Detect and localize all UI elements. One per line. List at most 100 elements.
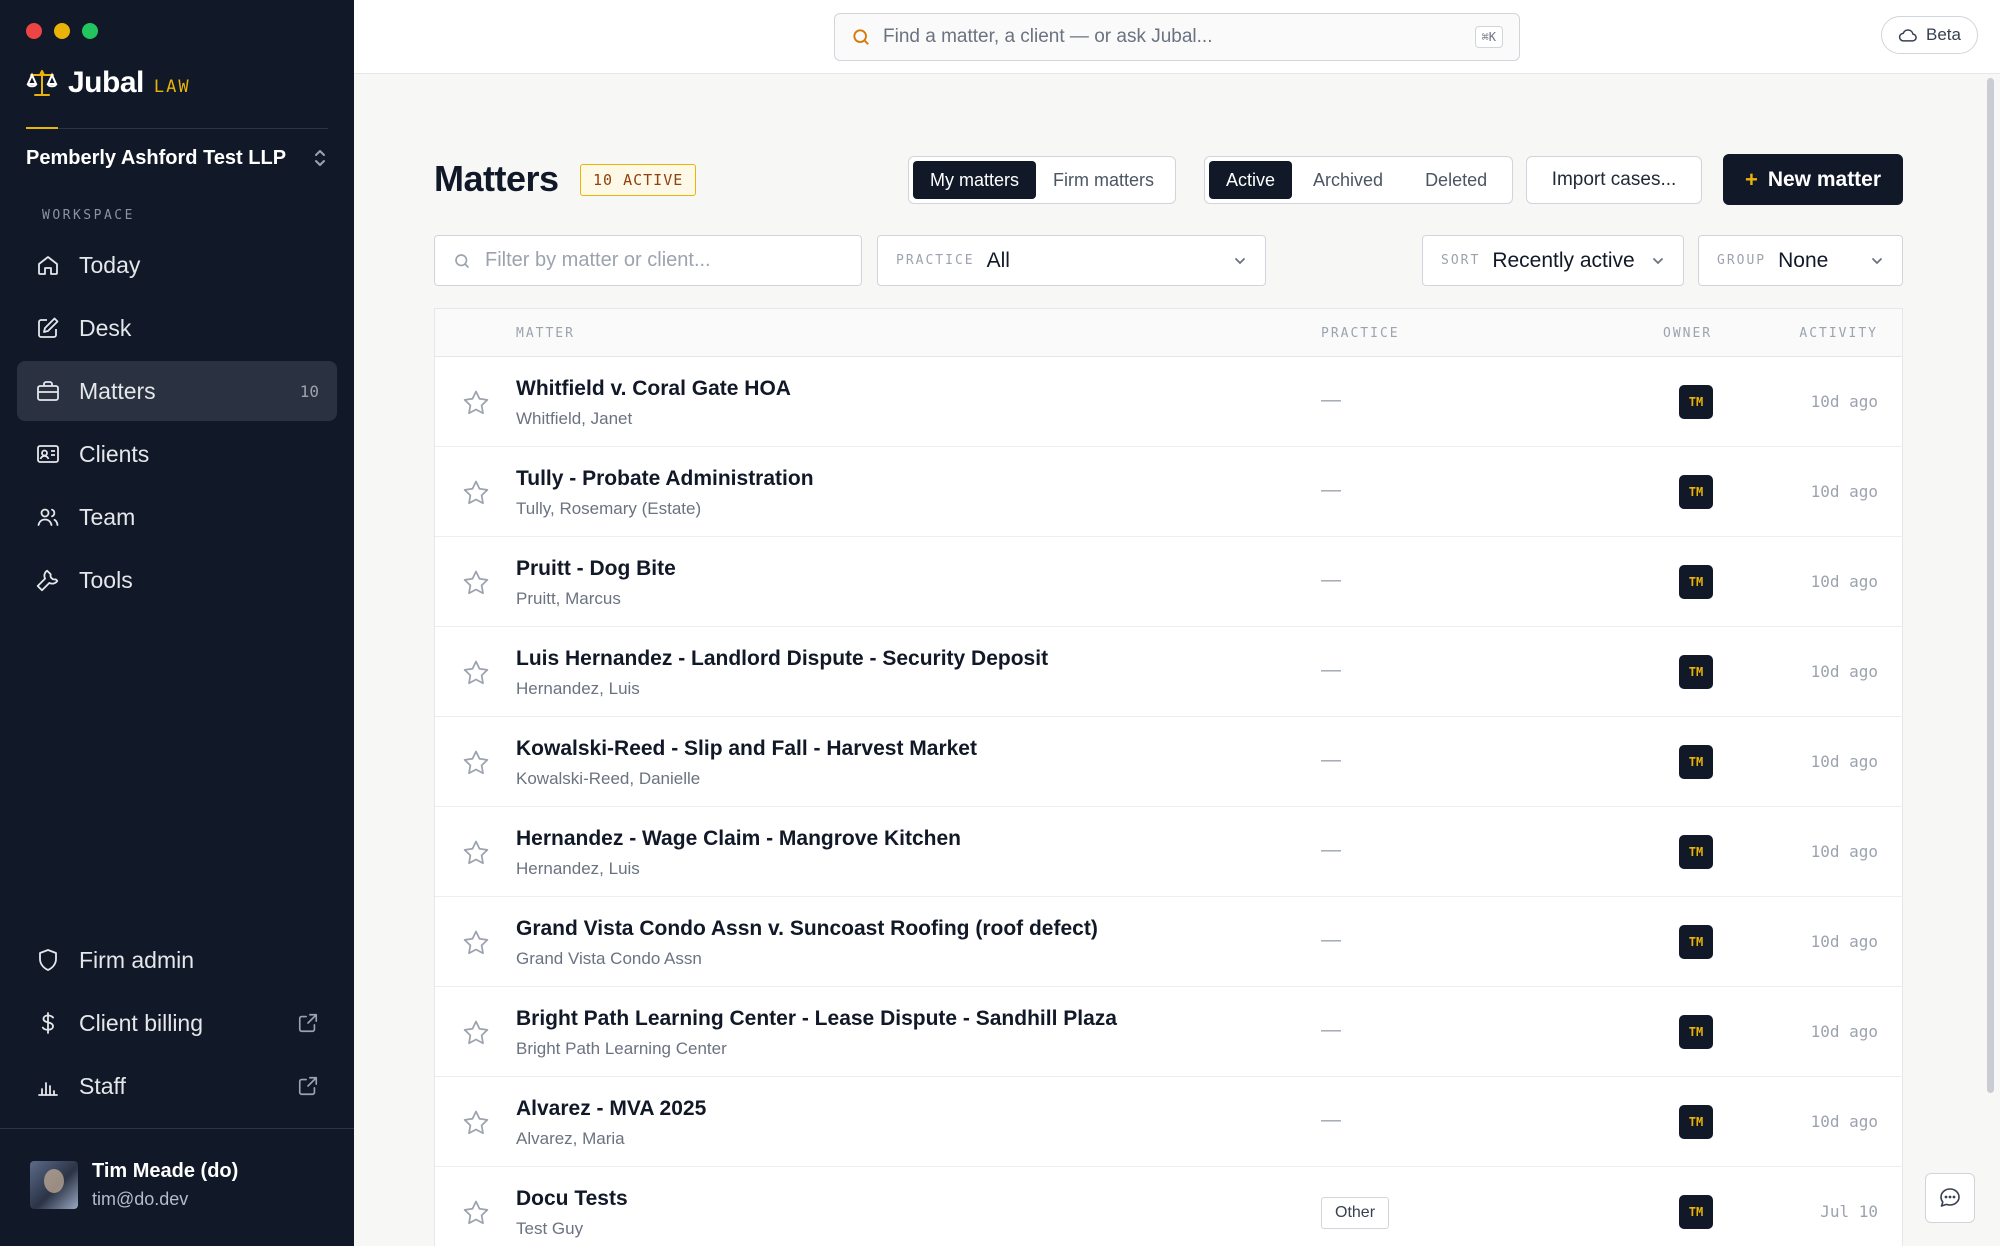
- firm-name: Pemberly Ashford Test LLP: [26, 146, 287, 169]
- plus-icon: +: [1744, 166, 1758, 192]
- star-icon[interactable]: [461, 1108, 491, 1138]
- table-row[interactable]: Luis Hernandez - Landlord Dispute - Secu…: [435, 627, 1902, 717]
- new-matter-button[interactable]: + New matter: [1723, 154, 1903, 205]
- user-name: Tim Meade (do): [92, 1160, 239, 1182]
- practice-empty: —: [1321, 749, 1341, 771]
- firm-divider: [26, 128, 328, 129]
- brand-logo[interactable]: Jubal LAW: [26, 66, 191, 100]
- nav-item-today[interactable]: Today: [17, 235, 337, 295]
- matters-table: MATTER PRACTICE OWNER ACTIVITY Whitfield…: [434, 308, 1903, 1246]
- table-row[interactable]: Grand Vista Condo Assn v. Suncoast Roofi…: [435, 897, 1902, 987]
- shield-icon: [35, 947, 61, 973]
- matter-title[interactable]: Hernandez - Wage Claim - Mangrove Kitche…: [516, 827, 961, 851]
- matter-title[interactable]: Pruitt - Dog Bite: [516, 557, 676, 581]
- user-divider: [0, 1128, 354, 1129]
- star-icon[interactable]: [461, 478, 491, 508]
- firm-switcher[interactable]: Pemberly Ashford Test LLP: [26, 138, 328, 178]
- nav-item-label: Today: [79, 251, 141, 278]
- window-controls: [26, 23, 98, 39]
- owner-avatar: TM: [1679, 745, 1713, 779]
- admin-nav: Firm admin Client billing Staff: [17, 930, 337, 1119]
- sort-dropdown-label: SORT: [1441, 253, 1481, 268]
- nav-item-client-billing[interactable]: Client billing: [17, 993, 337, 1053]
- sort-dropdown[interactable]: SORT Recently active: [1422, 235, 1684, 286]
- star-icon[interactable]: [461, 568, 491, 598]
- tab-deleted[interactable]: Deleted: [1404, 161, 1508, 199]
- matter-client: Pruitt, Marcus: [516, 589, 621, 608]
- nav-item-desk[interactable]: Desk: [17, 298, 337, 358]
- practice-empty: —: [1321, 839, 1341, 861]
- tab-firm-matters[interactable]: Firm matters: [1036, 161, 1171, 199]
- beta-button[interactable]: Beta: [1881, 16, 1978, 54]
- global-search-input[interactable]: Find a matter, a client — or ask Jubal..…: [834, 13, 1520, 61]
- table-row[interactable]: Bright Path Learning Center - Lease Disp…: [435, 987, 1902, 1077]
- beta-label: Beta: [1926, 25, 1961, 44]
- matter-filter-input[interactable]: Filter by matter or client...: [434, 235, 862, 286]
- avatar: [30, 1161, 78, 1209]
- owner-avatar: TM: [1679, 1015, 1713, 1049]
- tab-my-matters[interactable]: My matters: [913, 161, 1037, 199]
- owner-avatar: TM: [1679, 925, 1713, 959]
- table-row[interactable]: Whitfield v. Coral Gate HOA Whitfield, J…: [435, 357, 1902, 447]
- minimize-window-button[interactable]: [54, 23, 70, 39]
- matter-client: Hernandez, Luis: [516, 679, 640, 698]
- user-profile[interactable]: Tim Meade (do) tim@do.dev: [30, 1160, 238, 1210]
- nav-item-staff[interactable]: Staff: [17, 1056, 337, 1116]
- matter-title[interactable]: Grand Vista Condo Assn v. Suncoast Roofi…: [516, 917, 1098, 941]
- matter-title[interactable]: Kowalski-Reed - Slip and Fall - Harvest …: [516, 737, 977, 761]
- star-icon[interactable]: [461, 928, 491, 958]
- table-row[interactable]: Tully - Probate Administration Tully, Ro…: [435, 447, 1902, 537]
- owner-avatar: TM: [1679, 835, 1713, 869]
- table-row[interactable]: Pruitt - Dog Bite Pruitt, Marcus — TM 10…: [435, 537, 1902, 627]
- table-row[interactable]: Kowalski-Reed - Slip and Fall - Harvest …: [435, 717, 1902, 807]
- scrollbar[interactable]: [1987, 78, 1994, 1093]
- matter-title[interactable]: Tully - Probate Administration: [516, 467, 814, 491]
- chevron-down-icon: [1235, 257, 1245, 264]
- matter-title[interactable]: Alvarez - MVA 2025: [516, 1097, 706, 1121]
- matter-client: Test Guy: [516, 1219, 584, 1238]
- practice-dropdown[interactable]: PRACTICE All: [877, 235, 1266, 286]
- group-dropdown-label: GROUP: [1717, 253, 1767, 268]
- activity-time: 10d ago: [1810, 572, 1878, 591]
- nav-item-firm-admin[interactable]: Firm admin: [17, 930, 337, 990]
- matter-title[interactable]: Luis Hernandez - Landlord Dispute - Secu…: [516, 647, 1048, 671]
- star-icon[interactable]: [461, 838, 491, 868]
- chat-bubble-icon: [1940, 1188, 1960, 1207]
- nav-item-matters[interactable]: Matters 10: [17, 361, 337, 421]
- column-header-matter[interactable]: MATTER: [516, 326, 575, 341]
- nav-item-clients[interactable]: Clients: [17, 424, 337, 484]
- nav-item-team[interactable]: Team: [17, 487, 337, 547]
- nav-item-tools[interactable]: Tools: [17, 550, 337, 610]
- matter-title[interactable]: Bright Path Learning Center - Lease Disp…: [516, 1007, 1117, 1031]
- tab-active[interactable]: Active: [1209, 161, 1293, 199]
- star-icon[interactable]: [461, 388, 491, 418]
- maximize-window-button[interactable]: [82, 23, 98, 39]
- close-window-button[interactable]: [26, 23, 42, 39]
- id-card-icon: [35, 441, 61, 467]
- table-row[interactable]: Hernandez - Wage Claim - Mangrove Kitche…: [435, 807, 1902, 897]
- column-header-owner[interactable]: OWNER: [1663, 326, 1712, 341]
- table-row[interactable]: Docu Tests Test Guy Other TM Jul 10: [435, 1167, 1902, 1246]
- star-icon[interactable]: [461, 1198, 491, 1228]
- activity-time: 10d ago: [1810, 932, 1878, 951]
- column-header-practice[interactable]: PRACTICE: [1321, 326, 1400, 341]
- star-icon[interactable]: [461, 748, 491, 778]
- matter-title[interactable]: Docu Tests: [516, 1187, 628, 1211]
- star-icon[interactable]: [461, 1018, 491, 1048]
- tab-archived[interactable]: Archived: [1292, 161, 1404, 199]
- external-link-icon: [298, 1013, 318, 1033]
- practice-empty: —: [1321, 569, 1341, 591]
- nav-item-label: Matters: [79, 377, 156, 404]
- star-icon[interactable]: [461, 658, 491, 688]
- column-header-activity[interactable]: ACTIVITY: [1799, 326, 1878, 341]
- matter-title[interactable]: Whitfield v. Coral Gate HOA: [516, 377, 791, 401]
- chevron-down-icon: [1653, 257, 1663, 264]
- table-row[interactable]: Alvarez - MVA 2025 Alvarez, Maria — TM 1…: [435, 1077, 1902, 1167]
- import-cases-button[interactable]: Import cases...: [1526, 156, 1702, 204]
- chat-button[interactable]: [1925, 1173, 1975, 1223]
- matter-client: Hernandez, Luis: [516, 859, 640, 878]
- external-link-icon: [298, 1076, 318, 1096]
- practice-empty: —: [1321, 1109, 1341, 1131]
- group-dropdown[interactable]: GROUP None: [1698, 235, 1903, 286]
- practice-empty: —: [1321, 929, 1341, 951]
